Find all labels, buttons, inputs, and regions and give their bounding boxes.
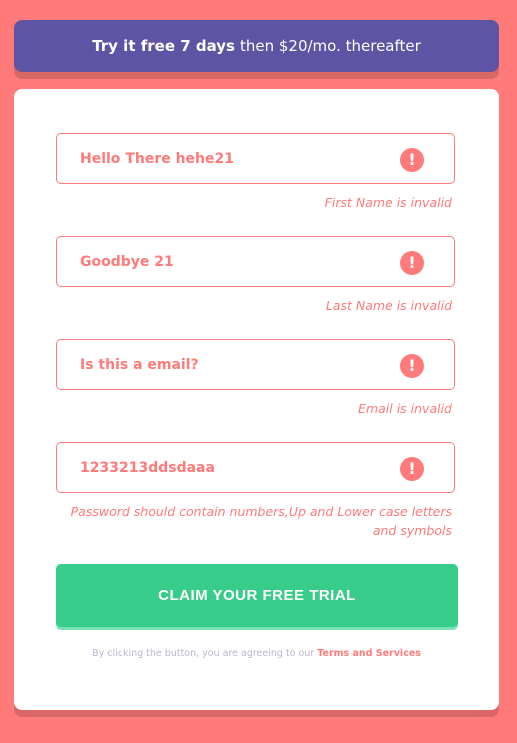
exclamation-circle-icon: ! (400, 457, 424, 481)
exclamation-circle-icon: ! (400, 251, 424, 275)
first-name-field[interactable]: Hello There hehe21 ! (56, 133, 455, 184)
first-name-error: First Name is invalid (324, 195, 452, 210)
promo-text: then $20/mo. thereafter (239, 37, 421, 55)
terms-note: By clicking the button, you are agreeing… (14, 648, 499, 659)
password-error-line-1: Password should contain numbers,Up and L… (70, 504, 452, 519)
terms-text: By clicking the button, you are agreeing… (92, 648, 315, 659)
password-value: 1233213ddsdaaa (80, 459, 215, 476)
password-error-line-2: and symbols (372, 523, 452, 538)
email-error: Email is invalid (358, 401, 452, 416)
signup-form-card: Hello There hehe21 ! First Name is inval… (14, 89, 499, 710)
terms-link[interactable]: Terms and Services (317, 648, 421, 659)
exclamation-circle-icon: ! (400, 354, 424, 378)
promo-banner: Try it free 7 days then $20/mo. thereaft… (14, 20, 499, 72)
exclamation-circle-icon: ! (400, 148, 424, 172)
password-field[interactable]: 1233213ddsdaaa ! (56, 442, 455, 493)
password-error: Password should contain numbers,Up and L… (71, 502, 452, 540)
last-name-error: Last Name is invalid (325, 298, 452, 313)
last-name-value: Goodbye 21 (80, 253, 174, 270)
first-name-value: Hello There hehe21 (80, 150, 234, 167)
email-field[interactable]: Is this a email? ! (56, 339, 455, 390)
email-value: Is this a email? (80, 356, 199, 373)
claim-free-trial-button[interactable]: CLAIM YOUR FREE TRIAL (56, 564, 458, 627)
last-name-field[interactable]: Goodbye 21 ! (56, 236, 455, 287)
promo-bold-text: Try it free 7 days (92, 37, 235, 55)
